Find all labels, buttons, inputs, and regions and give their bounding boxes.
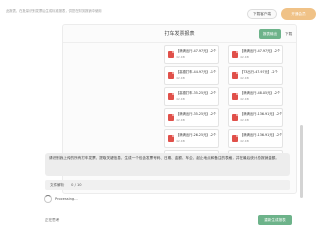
- file-size: 42.KB: [240, 55, 249, 59]
- file-size: 42.KB: [240, 97, 249, 101]
- file-card[interactable]: 【滴滴出行-35.25元】-2个 42.KB: [164, 108, 219, 127]
- processing-text: Processing...: [55, 197, 78, 201]
- file-size: 42.KB: [176, 76, 185, 80]
- thinking-status: 正在思考: [45, 218, 60, 222]
- file-card[interactable]: 【高德打车-35.25元】-2个 42.KB: [164, 87, 219, 106]
- pdf-file-icon: [232, 72, 238, 79]
- pdf-file-icon: [232, 93, 238, 100]
- file-parse-count: 0 / 10: [71, 183, 82, 187]
- pdf-file-icon: [168, 114, 174, 121]
- file-name: 【高德打车-35.25元】-2个: [176, 91, 217, 95]
- file-parse-progress: 文件解析 0 / 10: [45, 180, 290, 190]
- file-name: 【滴滴出行-26.25元】-2个: [176, 133, 217, 137]
- regenerate-report-button[interactable]: 重新生成报表: [258, 215, 292, 225]
- loading-spinner-icon: [44, 195, 52, 203]
- file-name: 【滴滴出行-47.97元】-2个: [176, 49, 217, 53]
- file-name: 【T3出行-47.97元】-2个: [240, 70, 278, 74]
- file-size: 42.KB: [240, 139, 249, 143]
- user-prompt-message: 请识别我上传的所有打车发票，提取关键信息，生成一个包含发票号码、日期、金额、车企…: [45, 153, 290, 176]
- file-name: 【滴滴出行-136.91元】-2个: [240, 133, 282, 137]
- panel-scrollbar[interactable]: [300, 125, 303, 198]
- file-name: 【滴滴出行-47.97元】-2个: [240, 49, 281, 53]
- top-notice: 此报表，在批量识别发票后生成标准报表，供您在财务报销中使用: [6, 9, 102, 13]
- pdf-file-icon: [168, 72, 174, 79]
- panel-divider: [63, 42, 296, 43]
- file-name: 【滴滴出行-136.91元】-2个: [240, 112, 282, 116]
- pdf-file-icon: [232, 135, 238, 142]
- open-membership-button[interactable]: 开通会员: [281, 8, 316, 20]
- pdf-file-icon: [232, 114, 238, 121]
- file-size: 42.KB: [240, 76, 249, 80]
- file-name: 【滴滴出行-48.05元】-2个: [240, 91, 281, 95]
- download-client-button[interactable]: 下载客户端: [247, 9, 277, 19]
- file-name: 【高德打车-44.97元】-1个: [176, 70, 217, 74]
- file-name: 【滴滴出行-35.25元】-2个: [176, 112, 217, 116]
- pdf-file-icon: [168, 135, 174, 142]
- file-card[interactable]: 【滴滴出行-47.97元】-2个 42.KB: [228, 45, 283, 64]
- file-size: 42.KB: [240, 118, 249, 122]
- tab-download[interactable]: 下载: [285, 29, 297, 39]
- file-size: 42.KB: [176, 97, 185, 101]
- file-card[interactable]: 【滴滴出行-26.25元】-2个 42.KB: [164, 129, 219, 148]
- file-card[interactable]: 【滴滴出行-47.97元】-2个 42.KB: [164, 45, 219, 64]
- pdf-file-icon: [232, 51, 238, 58]
- file-card[interactable]: 【T3出行-47.97元】-2个 42.KB: [228, 66, 283, 85]
- file-parse-label: 文件解析: [50, 183, 65, 187]
- file-card[interactable]: 【高德打车-44.97元】-1个 42.KB: [164, 66, 219, 85]
- file-size: 42.KB: [176, 139, 185, 143]
- file-size: 42.KB: [176, 55, 185, 59]
- file-card[interactable]: 【滴滴出行-136.91元】-2个 42.KB: [228, 108, 283, 127]
- file-card[interactable]: 【滴滴出行-48.05元】-2个 42.KB: [228, 87, 283, 106]
- pdf-file-icon: [168, 51, 174, 58]
- file-size: 42.KB: [176, 118, 185, 122]
- pdf-file-icon: [168, 93, 174, 100]
- tab-report-output[interactable]: 报表输出: [259, 29, 281, 39]
- file-card[interactable]: 【滴滴出行-136.91元】-2个 42.KB: [228, 129, 283, 148]
